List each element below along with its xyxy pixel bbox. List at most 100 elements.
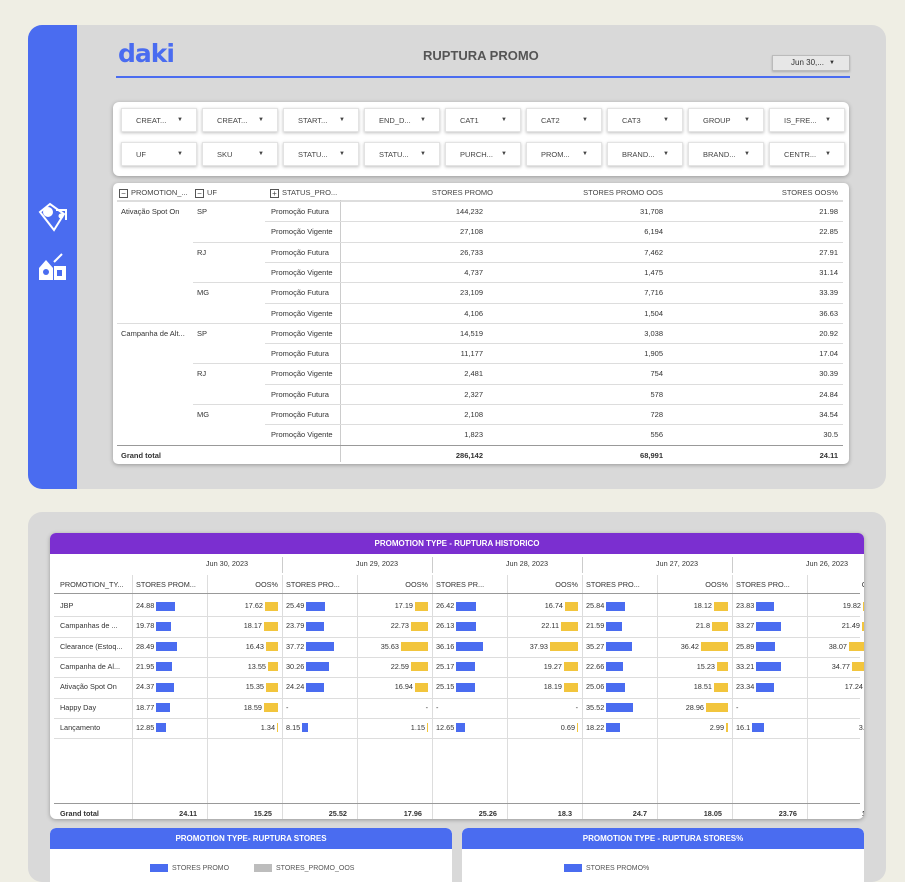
table-cell: 26.13 bbox=[436, 621, 503, 631]
stores-promo-oos-cell: 3,038 bbox=[644, 328, 663, 338]
stores-oos-pct-cell: 24.84 bbox=[819, 389, 838, 399]
cell-value: 17.62 bbox=[244, 601, 263, 610]
cell-value: 19.78 bbox=[136, 621, 155, 631]
cell-value: 2.99 bbox=[709, 722, 724, 732]
data-bar bbox=[606, 601, 626, 611]
sub-header[interactable]: STORES PRO... bbox=[736, 580, 803, 589]
filter-dropdown[interactable]: STATU... ▼ bbox=[364, 142, 440, 166]
filter-dropdown[interactable]: CREAT... ▼ bbox=[121, 108, 197, 132]
col-header-status[interactable]: + STATUS_PRO... bbox=[270, 186, 337, 200]
legend-swatch bbox=[150, 864, 168, 872]
stores-promo-cell: 144,232 bbox=[455, 207, 483, 216]
row-header[interactable]: PROMOTION_TY... bbox=[60, 580, 124, 589]
grand-total-label: Grand total bbox=[60, 809, 99, 818]
col-header-stores-promo[interactable]: STORES PROMO bbox=[353, 186, 493, 200]
promo-tags-icon[interactable] bbox=[36, 200, 70, 234]
cell-value: 25.17 bbox=[436, 661, 455, 671]
cell-value: 22.59 bbox=[390, 661, 409, 671]
sub-header[interactable]: STORES PRO... bbox=[586, 580, 653, 589]
cell-value: 25.89 bbox=[736, 641, 755, 651]
filter-dropdown[interactable]: CENTR... ▼ bbox=[769, 142, 845, 166]
filter-dropdown[interactable]: START... ▼ bbox=[283, 108, 359, 132]
sub-header[interactable]: OOS bbox=[811, 580, 864, 589]
collapse-icon[interactable]: − bbox=[119, 188, 128, 198]
col-header-stores-oos-pct[interactable]: STORES OOS% bbox=[693, 186, 838, 200]
sub-header[interactable]: OOS% bbox=[361, 580, 428, 589]
stores-oos-pct-cell: 27.91 bbox=[819, 247, 838, 257]
data-bar bbox=[756, 662, 782, 672]
table-cell: 33.21 bbox=[736, 662, 803, 672]
cell-value: 18.77 bbox=[136, 702, 155, 712]
stores-promo-cell: 2,481 bbox=[464, 369, 483, 379]
table-cell: 12.85 bbox=[136, 723, 203, 733]
col-header-stores-promo-oos[interactable]: STORES PROMO OOS bbox=[523, 186, 663, 200]
grand-total-value: 24.11 bbox=[819, 450, 838, 460]
cell-value: - bbox=[736, 702, 739, 712]
filter-dropdown[interactable]: BRAND... ▼ bbox=[688, 142, 764, 166]
filter-dropdown[interactable]: CAT2 ▼ bbox=[526, 108, 602, 132]
filter-dropdown[interactable]: CAT1 ▼ bbox=[445, 108, 521, 132]
expand-icon[interactable]: + bbox=[270, 188, 279, 198]
stores-promo-oos-cell: 31,708 bbox=[640, 207, 663, 216]
stores-pct-chart-card: PROMOTION TYPE - RUPTURA STORES% STORES … bbox=[462, 828, 864, 882]
filter-dropdown[interactable]: CAT3 ▼ bbox=[607, 108, 683, 132]
grand-total-value: 25.52 bbox=[328, 809, 347, 818]
chevron-down-icon: ▼ bbox=[663, 117, 669, 123]
table-cell: 25.84 bbox=[586, 601, 653, 611]
filter-label: CAT3 bbox=[622, 116, 641, 125]
table-cell: 25.15 bbox=[436, 682, 503, 692]
table-cell: 24.88 bbox=[136, 601, 203, 611]
table-cell: 23.79 bbox=[286, 621, 353, 631]
table-cell: 21.95 bbox=[136, 662, 203, 672]
chevron-down-icon: ▼ bbox=[258, 117, 264, 123]
sub-header[interactable]: STORES PRO... bbox=[286, 580, 353, 589]
chevron-down-icon: ▼ bbox=[258, 151, 264, 157]
grand-total-value: 23.76 bbox=[778, 809, 797, 818]
cell-value: 23.83 bbox=[736, 601, 755, 610]
status-cell: Promoção Futura bbox=[271, 207, 329, 216]
data-bar bbox=[577, 723, 578, 733]
filter-dropdown[interactable]: SKU ▼ bbox=[202, 142, 278, 166]
historico-table: PROMOTION TYPE - RUPTURA HISTORICO Jun 3… bbox=[50, 533, 864, 819]
filter-label: GROUP bbox=[703, 116, 731, 125]
data-bar bbox=[606, 621, 623, 631]
data-bar bbox=[606, 642, 633, 652]
col-header-uf[interactable]: − UF bbox=[195, 186, 217, 200]
sub-header[interactable]: STORES PR... bbox=[436, 580, 503, 589]
status-cell: Promoção Vigente bbox=[271, 308, 333, 318]
sub-header[interactable]: OOS% bbox=[211, 580, 278, 589]
stores-pct-chart-title: PROMOTION TYPE - RUPTURA STORES% bbox=[462, 828, 864, 849]
grand-total-value: 24.7 bbox=[632, 809, 647, 818]
table-cell: 18.22 bbox=[586, 723, 653, 733]
filter-dropdown[interactable]: IS_FRE... ▼ bbox=[769, 108, 845, 132]
data-bar bbox=[756, 621, 782, 631]
stores-promo-oos-cell: 754 bbox=[650, 369, 663, 379]
filter-dropdown[interactable]: UF ▼ bbox=[121, 142, 197, 166]
table-cell: 23.83 bbox=[736, 601, 803, 611]
data-bar bbox=[714, 682, 728, 692]
stores-promo-oos-cell: 1,905 bbox=[644, 349, 663, 359]
filter-dropdown[interactable]: CREAT... ▼ bbox=[202, 108, 278, 132]
cell-value: 24.37 bbox=[136, 682, 155, 692]
collapse-icon[interactable]: − bbox=[195, 188, 204, 198]
store-chart-icon[interactable] bbox=[36, 250, 70, 284]
status-cell: Promoção Futura bbox=[271, 247, 329, 257]
filter-dropdown[interactable]: END_D... ▼ bbox=[364, 108, 440, 132]
filter-dropdown[interactable]: PROM... ▼ bbox=[526, 142, 602, 166]
row-label: Happy Day bbox=[60, 702, 97, 712]
chevron-down-icon: ▼ bbox=[825, 151, 831, 157]
filter-dropdown[interactable]: PURCH... ▼ bbox=[445, 142, 521, 166]
row-divider bbox=[54, 697, 860, 699]
filter-label: PURCH... bbox=[460, 150, 493, 159]
filter-dropdown[interactable]: GROUP ▼ bbox=[688, 108, 764, 132]
filter-dropdown[interactable]: STATU... ▼ bbox=[283, 142, 359, 166]
data-bar bbox=[401, 642, 428, 652]
date-range-dropdown[interactable]: Jun 30,... ▼ bbox=[772, 55, 850, 71]
uf-cell: RJ bbox=[197, 369, 207, 379]
sub-header[interactable]: OOS% bbox=[511, 580, 578, 589]
sub-header[interactable]: STORES PROM... bbox=[136, 580, 203, 589]
filter-dropdown[interactable]: BRAND... ▼ bbox=[607, 142, 683, 166]
col-header-promotion[interactable]: − PROMOTION_... bbox=[119, 186, 188, 200]
chevron-down-icon: ▼ bbox=[744, 117, 750, 123]
sub-header[interactable]: OOS% bbox=[661, 580, 728, 589]
